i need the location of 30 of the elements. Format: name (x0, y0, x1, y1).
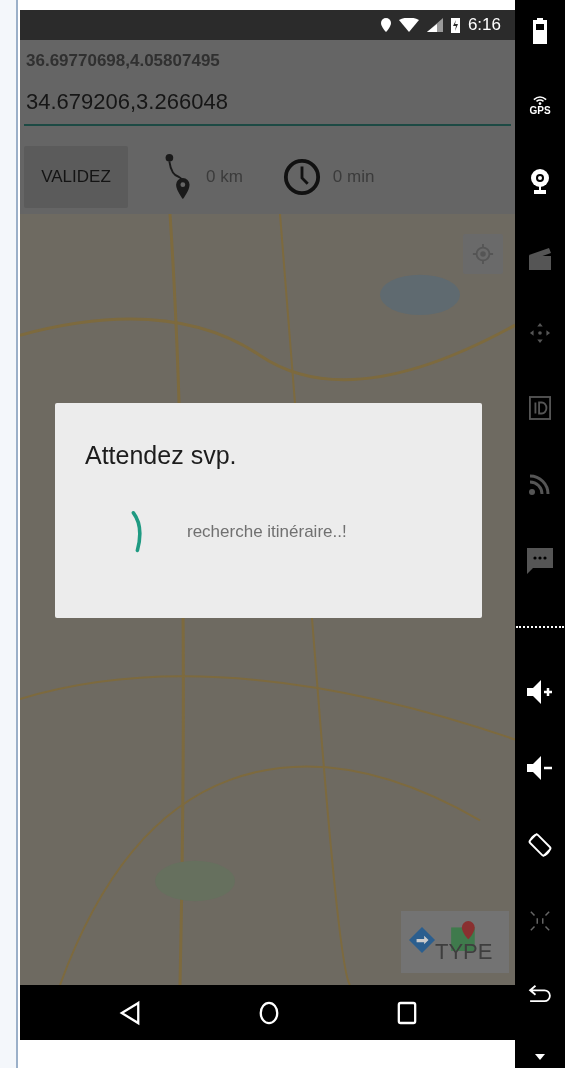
destination-field[interactable]: 34.679206,3.266048 (24, 80, 511, 126)
scale-icon[interactable] (529, 910, 551, 932)
clapperboard-icon[interactable] (529, 248, 551, 270)
caret-icon[interactable] (535, 1054, 545, 1060)
volume-up-icon[interactable] (527, 680, 553, 704)
dialog-title: Attendez svp. (85, 441, 238, 470)
recents-icon[interactable] (396, 999, 417, 1026)
directions-icon (409, 927, 435, 953)
webcam-icon[interactable] (530, 168, 550, 196)
back-icon[interactable] (118, 999, 141, 1026)
message-icon[interactable] (527, 548, 553, 574)
wifi-icon (398, 18, 419, 32)
battery-icon[interactable] (533, 18, 547, 44)
validate-button[interactable]: VALIDEZ (24, 146, 128, 208)
signal-icon (426, 18, 443, 32)
rotate-icon[interactable] (527, 832, 553, 858)
dpad-icon[interactable] (529, 322, 551, 344)
clock-icon (282, 158, 321, 196)
id-icon[interactable] (529, 396, 551, 420)
battery-icon (450, 17, 460, 33)
return-icon[interactable] (528, 984, 552, 1002)
volume-down-icon[interactable] (527, 756, 553, 780)
home-icon[interactable] (257, 999, 280, 1026)
location-icon (380, 18, 391, 32)
signal-arcs-icon[interactable] (528, 472, 552, 496)
wifi-icon (533, 96, 547, 105)
map-type-button[interactable]: TYPE (401, 911, 509, 973)
dialog-message: recherche itinéraire..! (187, 522, 347, 542)
gps-button[interactable]: GPS (529, 96, 551, 116)
clock-time: 6:16 (467, 15, 501, 35)
